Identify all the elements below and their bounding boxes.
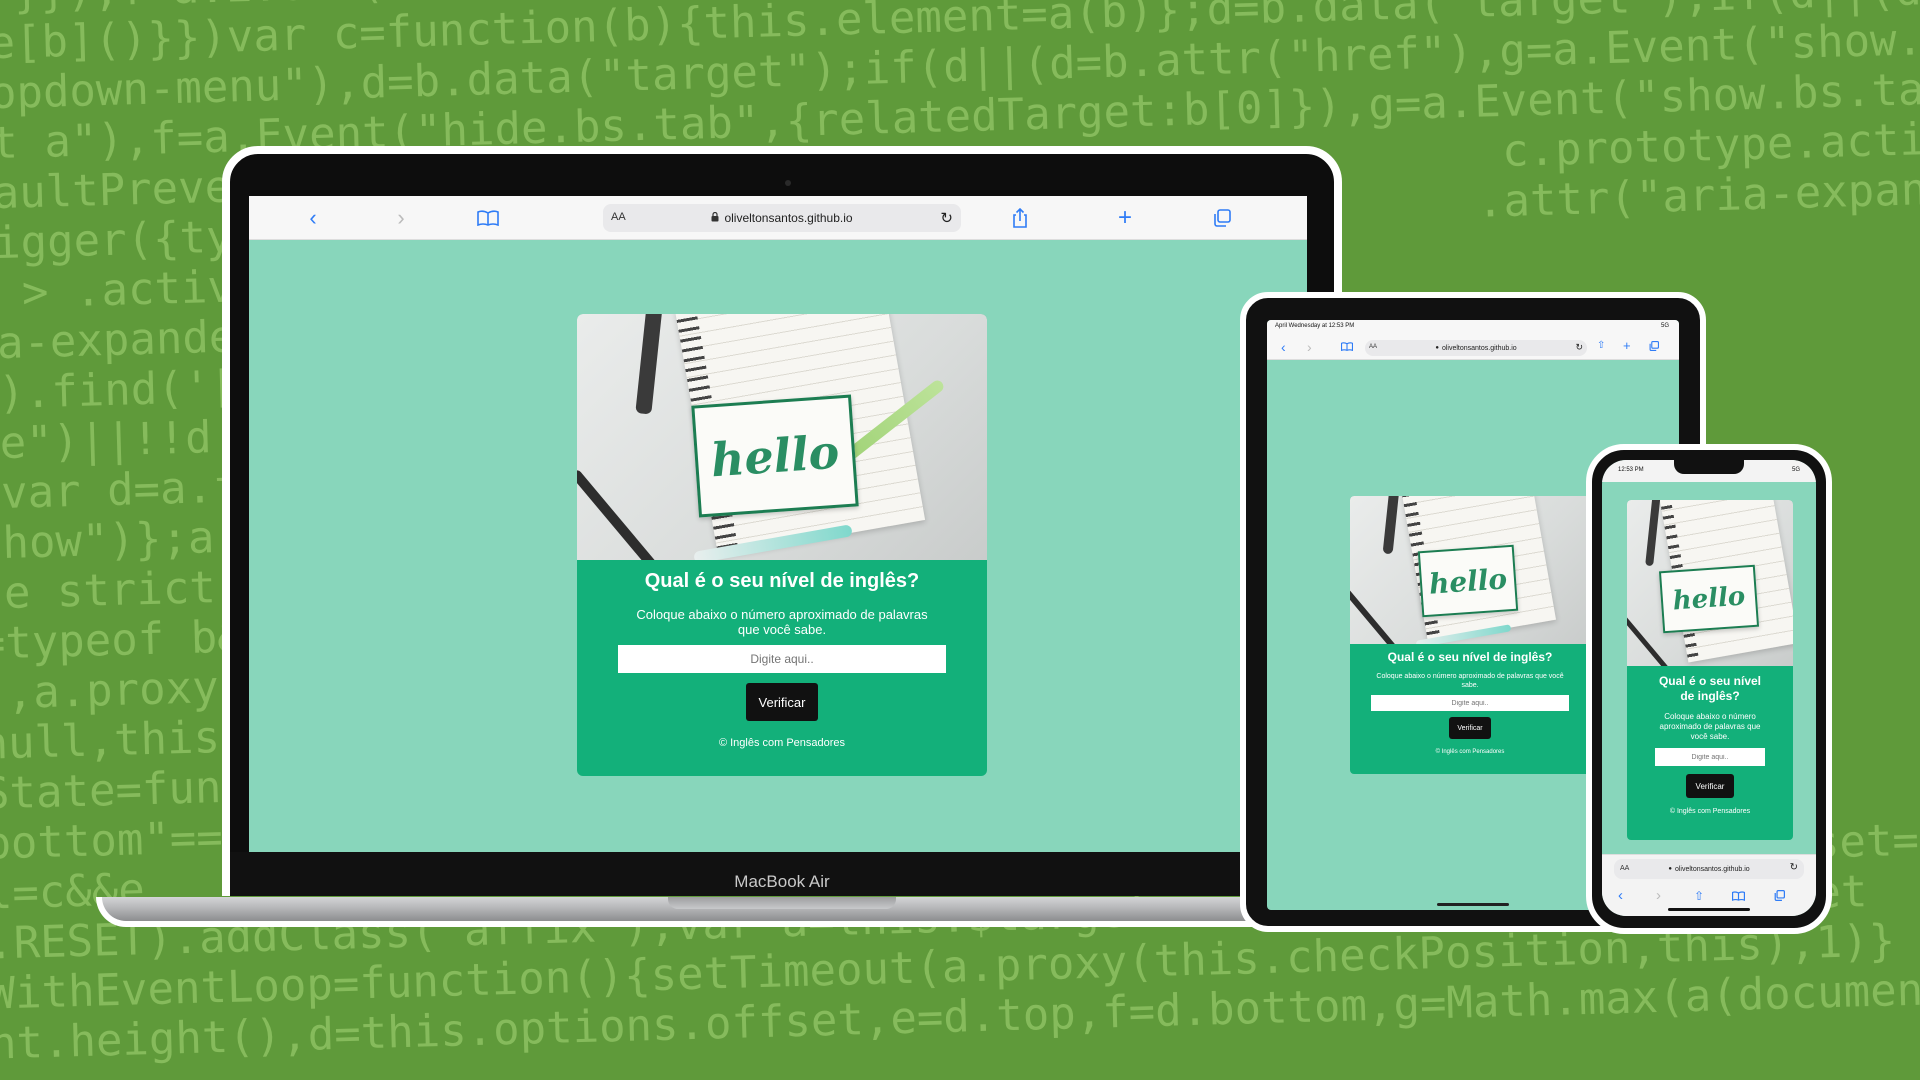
iphone-quiz-card: hello Qual é o seu nível de inglês? Colo… (1627, 500, 1793, 840)
back-chevron-left-icon[interactable]: ‹ (301, 204, 325, 232)
iphone-card-body: Qual é o seu nível de inglês? Coloque ab… (1627, 666, 1793, 815)
iphone-forward-chevron-right-icon[interactable]: › (1656, 887, 1661, 904)
ipad-fountain-pen (1350, 588, 1407, 644)
iphone-url-text: oliveltonsantos.github.io (1674, 865, 1750, 873)
ipad-address-bar[interactable]: AA ● oliveltonsantos.github.io ↻ (1365, 340, 1587, 356)
ipad-card-subtitle: Coloque abaixo o número aproximado de pa… (1376, 673, 1564, 689)
macbook-screen: ‹ › AA oliveltonsantos.github.io ↻ + hel… (249, 196, 1307, 852)
ipad-status-time: April Wednesday at 12:53 PM (1275, 323, 1355, 329)
iphone-notch (1674, 460, 1744, 474)
card-footer: © Inglês com Pensadores (718, 737, 846, 749)
reload-icon[interactable]: ↻ (940, 209, 953, 227)
iphone-hello-image-text: hello (1671, 581, 1747, 617)
forward-chevron-right-icon[interactable]: › (389, 204, 413, 232)
hello-image-text: hello (709, 424, 841, 488)
address-bar[interactable]: AA oliveltonsantos.github.io ↻ (603, 204, 961, 232)
url-text: oliveltonsantos.github.io (724, 211, 853, 225)
ipad-hello-photo: hello (1350, 496, 1590, 644)
card-subtitle: Coloque abaixo o número aproximado de pa… (636, 607, 928, 637)
bookmarks-book-icon[interactable] (475, 206, 501, 230)
ipad-new-tab-plus-icon[interactable]: + (1623, 338, 1631, 353)
ipad-lock-icon: ● (1435, 345, 1439, 351)
card-body: Qual é o seu nível de inglês? Coloque ab… (577, 560, 987, 749)
ipad-back-chevron-left-icon[interactable]: ‹ (1281, 339, 1286, 355)
ipad-card-footer: © Inglês com Pensadores (1435, 749, 1505, 755)
iphone-marker-pen (1645, 500, 1661, 567)
iphone-screen: 12:53 PM 5G hello Qual é o seu nível de … (1602, 460, 1816, 916)
iphone-lock-icon: ● (1668, 866, 1672, 872)
iphone-bookmarks-book-icon[interactable] (1732, 891, 1745, 901)
verify-button[interactable]: Verificar (746, 683, 818, 721)
iphone-back-chevron-left-icon[interactable]: ‹ (1618, 887, 1623, 904)
quiz-card: hello Qual é o seu nível de inglês? Colo… (577, 314, 987, 776)
ipad-verify-button[interactable]: Verificar (1449, 717, 1491, 739)
ipad-home-indicator (1437, 903, 1509, 906)
tabs-icon[interactable] (1211, 206, 1233, 230)
iphone-status-time: 12:53 PM (1618, 467, 1644, 473)
iphone-card-subtitle: Coloque abaixo o número aproximado de pa… (1659, 712, 1761, 741)
iphone-status-signal: 5G (1791, 467, 1800, 473)
iphone-tabs-icon[interactable] (1774, 890, 1785, 901)
ipad-tabs-icon[interactable] (1649, 341, 1659, 351)
iphone-card-title: Qual é o seu nível de inglês? (1658, 674, 1762, 703)
iphone-address-bar[interactable]: AA ● oliveltonsantos.github.io ↻ (1614, 859, 1804, 879)
ipad-marker-pen (1382, 496, 1400, 555)
iphone-hello-card: hello (1658, 564, 1760, 634)
ipad-hello-card: hello (1417, 544, 1519, 618)
iphone-reader-aa-label[interactable]: AA (1620, 865, 1629, 872)
ipad-quiz-card: hello Qual é o seu nível de inglês? Colo… (1350, 496, 1590, 774)
iphone-words-input[interactable] (1655, 748, 1765, 766)
fountain-pen (577, 468, 675, 560)
ipad-hello-image-text: hello (1427, 561, 1509, 601)
ipad-share-icon[interactable]: ⇧ (1597, 340, 1605, 351)
hello-card: hello (691, 394, 859, 518)
ipad-reload-icon[interactable]: ↻ (1575, 342, 1583, 353)
safari-toolbar: ‹ › AA oliveltonsantos.github.io ↻ + (249, 196, 1307, 240)
ipad-card-body: Qual é o seu nível de inglês? Coloque ab… (1350, 644, 1590, 755)
iphone-reload-icon[interactable]: ↻ (1790, 862, 1798, 873)
iphone-verify-button[interactable]: Verificar (1686, 774, 1734, 798)
iphone-hello-photo: hello (1627, 500, 1793, 666)
ipad-bookmarks-book-icon[interactable] (1341, 342, 1353, 351)
ipad-safari-toolbar: ‹ › AA ● oliveltonsantos.github.io ↻ ⇧ + (1267, 336, 1679, 360)
ipad-status-bar: April Wednesday at 12:53 PM 5G (1267, 320, 1679, 336)
ipad-card-title: Qual é o seu nível de inglês? (1387, 650, 1553, 664)
ipad-reader-aa-label[interactable]: AA (1369, 344, 1377, 350)
reader-aa-label[interactable]: AA (611, 211, 626, 223)
ipad-url-text: oliveltonsantos.github.io (1441, 344, 1517, 352)
iphone-home-indicator (1668, 908, 1750, 911)
ipad-forward-chevron-right-icon[interactable]: › (1307, 339, 1312, 355)
ipad-status-signal: 5G (1660, 323, 1669, 329)
new-tab-plus-icon[interactable]: + (1113, 204, 1137, 232)
camera-icon (785, 180, 791, 186)
ipad-words-input[interactable] (1371, 695, 1569, 711)
iphone-card-footer: © Inglês com Pensadores (1669, 808, 1751, 815)
share-icon[interactable] (1009, 205, 1031, 231)
macbook-notch (668, 897, 896, 909)
macbook-label: MacBook Air (734, 872, 830, 891)
marker-pen (635, 314, 663, 415)
card-title: Qual é o seu nível de inglês? (644, 570, 920, 592)
iphone-share-icon[interactable]: ⇧ (1694, 889, 1704, 903)
hello-photo: hello (577, 314, 987, 560)
words-input[interactable] (618, 645, 946, 673)
lock-icon (711, 211, 719, 225)
iphone-safari-bottom-bar: AA ● oliveltonsantos.github.io ↻ ‹ › ⇧ (1602, 854, 1816, 916)
